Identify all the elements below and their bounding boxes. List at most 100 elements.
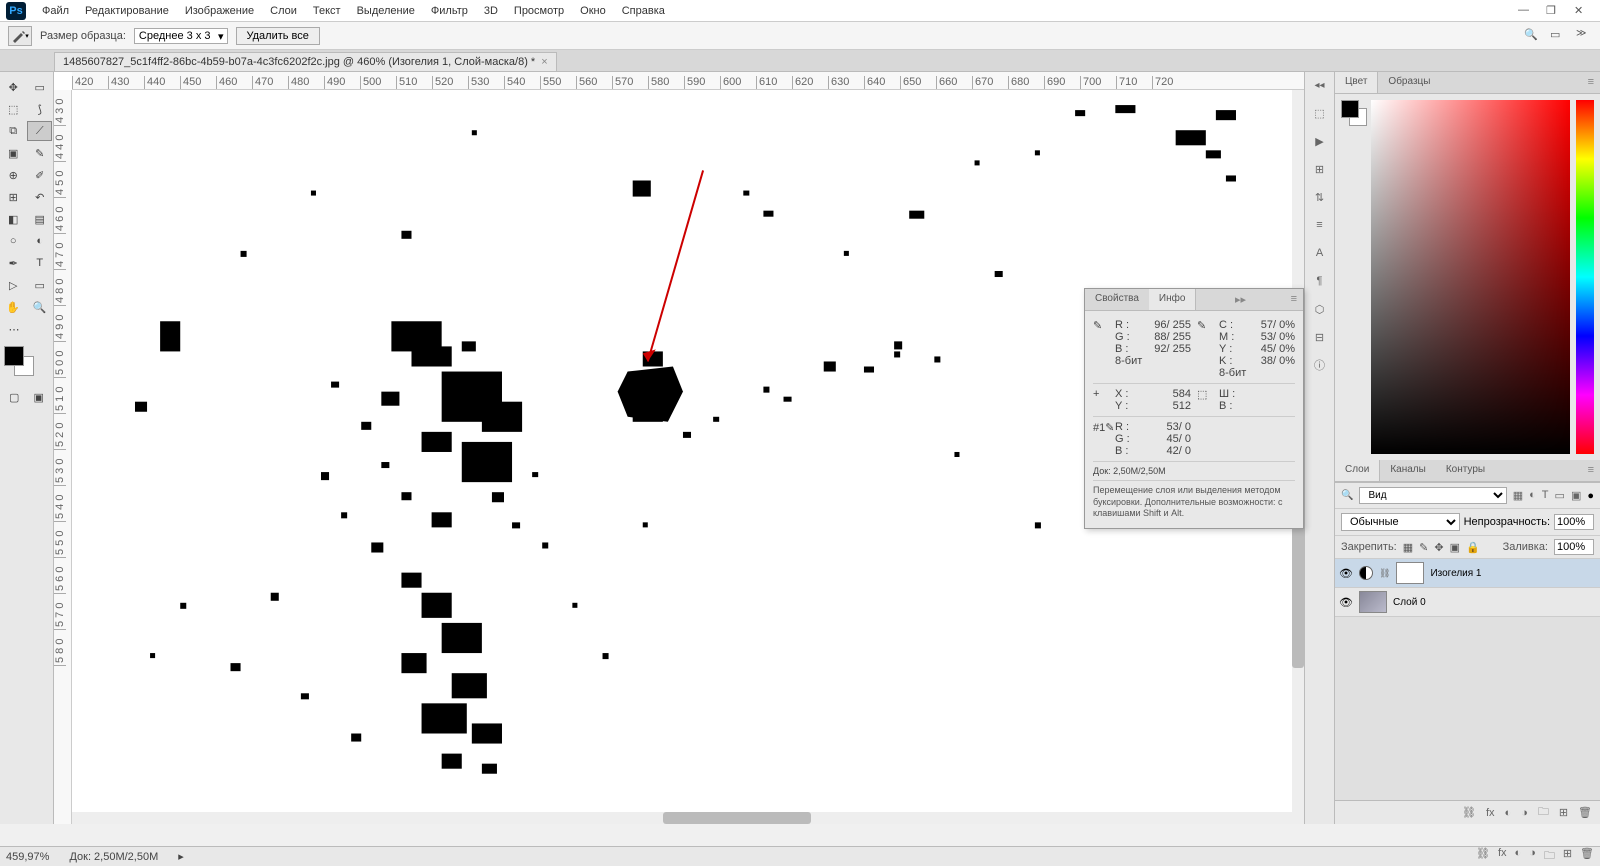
menu-layers[interactable]: Слои <box>262 2 305 20</box>
blend-mode-select[interactable]: Обычные <box>1341 513 1460 531</box>
fill-input[interactable] <box>1554 539 1594 555</box>
window-minimize-icon[interactable]: — <box>1518 4 1532 18</box>
dock-icon-9[interactable]: ⊟ <box>1311 328 1329 346</box>
dock-info-icon[interactable]: ⓘ <box>1311 356 1329 374</box>
window-maximize-icon[interactable]: ❐ <box>1546 4 1560 18</box>
menu-window[interactable]: Окно <box>572 2 614 20</box>
tab-channels[interactable]: Каналы <box>1380 460 1436 481</box>
quickmask-standard[interactable]: ▢ <box>3 387 26 407</box>
lock-all-icon[interactable]: 🔒 <box>1466 541 1480 554</box>
layer-name[interactable]: Слой 0 <box>1393 597 1426 608</box>
sb-icon-6[interactable]: ⊞ <box>1563 847 1572 866</box>
dock-type-icon[interactable]: A <box>1311 244 1329 262</box>
new-group-icon[interactable]: 🗀 <box>1538 803 1549 822</box>
color-panel-menu-icon[interactable]: ≡ <box>1582 72 1600 93</box>
current-tool-indicator[interactable]: ▾ <box>8 26 32 46</box>
link-layers-icon[interactable]: ⛓ <box>1462 806 1476 819</box>
layer-mask-thumbnail[interactable] <box>1396 562 1424 584</box>
pen-tool[interactable]: ✒ <box>1 253 26 273</box>
sb-icon-1[interactable]: ⛓ <box>1476 847 1490 866</box>
new-layer-icon[interactable]: ⊞ <box>1559 806 1568 819</box>
dock-icon-3[interactable]: ⊞ <box>1311 160 1329 178</box>
dock-play-icon[interactable]: ▶ <box>1311 132 1329 150</box>
sb-icon-7[interactable]: 🗑 <box>1580 847 1594 866</box>
menu-help[interactable]: Справка <box>614 2 673 20</box>
delete-all-button[interactable]: Удалить все <box>236 27 320 45</box>
hand-tool[interactable]: ✋ <box>1 297 26 317</box>
shape-tool[interactable]: ▭ <box>28 275 53 295</box>
layer-filter-select[interactable]: Вид <box>1359 487 1506 504</box>
color-swatches[interactable] <box>4 346 49 378</box>
sample-size-select[interactable]: Среднее 3 x 3 ▾ <box>134 28 228 44</box>
menu-edit[interactable]: Редактирование <box>77 2 177 20</box>
new-adjustment-icon[interactable]: ◑ <box>1521 807 1528 819</box>
menu-select[interactable]: Выделение <box>349 2 423 20</box>
dock-expand-icon[interactable]: ◂◂ <box>1311 76 1329 94</box>
dock-icon-5[interactable]: ≡ <box>1311 216 1329 234</box>
dock-icon-4[interactable]: ⇅ <box>1311 188 1329 206</box>
lock-pixels-icon[interactable]: ✎ <box>1419 541 1428 554</box>
sb-icon-2[interactable]: fx <box>1498 847 1507 866</box>
opacity-input[interactable] <box>1554 514 1594 530</box>
lock-position-icon[interactable]: ✥ <box>1434 541 1443 554</box>
document-tab[interactable]: 1485607827_5c1f4ff2-86bc-4b59-b07a-4c3fc… <box>54 52 557 71</box>
layer-fx-icon[interactable]: fx <box>1486 807 1495 819</box>
dock-icon-1[interactable]: ⬚ <box>1311 104 1329 122</box>
menu-3d[interactable]: 3D <box>476 2 506 20</box>
more-tools[interactable]: ⋯ <box>1 319 27 339</box>
tab-swatches[interactable]: Образцы <box>1378 72 1440 93</box>
layer-item[interactable]: 👁 Слой 0 <box>1335 588 1600 617</box>
panel-foreground-swatch[interactable] <box>1341 100 1359 118</box>
menu-text[interactable]: Текст <box>305 2 349 20</box>
tab-info[interactable]: Инфо <box>1149 289 1197 310</box>
healing-tool[interactable]: ⊕ <box>1 165 26 185</box>
crop-tool[interactable]: ⧉ <box>1 121 25 141</box>
layer-thumbnail[interactable] <box>1359 591 1387 613</box>
horizontal-scrollbar[interactable] <box>72 812 1304 824</box>
sb-icon-4[interactable]: ◑ <box>1529 847 1536 866</box>
workspace-switcher-icon[interactable]: ▭ <box>1550 28 1566 44</box>
frame-tool[interactable]: ▣ <box>1 143 26 163</box>
lock-artboard-icon[interactable]: ▣ <box>1450 541 1460 554</box>
lasso-tool[interactable]: ⟆ <box>28 99 53 119</box>
type-tool[interactable]: T <box>28 253 53 273</box>
foreground-swatch[interactable] <box>4 346 24 366</box>
sb-icon-3[interactable]: ◐ <box>1515 847 1522 866</box>
color-field[interactable] <box>1371 100 1570 454</box>
filter-shape-icon[interactable]: ▭ <box>1555 489 1565 502</box>
horizontal-ruler[interactable]: 4204304404504604704804905005105205305405… <box>72 72 1304 90</box>
dodge-tool[interactable]: ◐ <box>28 231 53 251</box>
dock-paragraph-icon[interactable]: ¶ <box>1311 272 1329 290</box>
artboard-tool[interactable]: ▭ <box>28 77 53 97</box>
menu-file[interactable]: Файл <box>34 2 77 20</box>
filter-pixel-icon[interactable]: ▦ <box>1513 489 1523 502</box>
blur-tool[interactable]: ○ <box>1 231 26 251</box>
status-doc-size[interactable]: Док: 2,50M/2,50M <box>69 851 158 863</box>
menu-image[interactable]: Изображение <box>177 2 262 20</box>
tab-paths[interactable]: Контуры <box>1436 460 1495 481</box>
eyedropper-tool[interactable]: ✎ <box>28 143 53 163</box>
hue-slider[interactable] <box>1576 100 1594 454</box>
layers-panel-menu-icon[interactable]: ≡ <box>1582 460 1600 481</box>
expand-panels-icon[interactable]: ≫ <box>1576 28 1592 44</box>
gradient-tool[interactable]: ▤ <box>28 209 53 229</box>
stamp-tool[interactable]: ⊞ <box>1 187 26 207</box>
visibility-toggle-icon[interactable]: 👁 <box>1339 596 1353 609</box>
tab-properties[interactable]: Свойства <box>1085 289 1149 310</box>
search-icon[interactable]: 🔍 <box>1524 28 1540 44</box>
quickmask-mode[interactable]: ▣ <box>28 387 51 407</box>
status-chevron-icon[interactable]: ▸ <box>178 850 184 863</box>
menu-filter[interactable]: Фильтр <box>423 2 476 20</box>
menu-view[interactable]: Просмотр <box>506 2 572 20</box>
filter-type-icon[interactable]: T <box>1542 489 1549 502</box>
filter-toggle[interactable]: ● <box>1587 490 1594 502</box>
layer-item[interactable]: 👁 ⛓ Изогелия 1 <box>1335 559 1600 588</box>
zoom-tool[interactable]: 🔍 <box>28 297 53 317</box>
window-close-icon[interactable]: ✕ <box>1574 4 1588 18</box>
layer-mask-icon[interactable]: ◐ <box>1505 807 1512 819</box>
filter-adjust-icon[interactable]: ◐ <box>1529 489 1536 502</box>
path-select-tool[interactable]: ▷ <box>1 275 26 295</box>
brush-tool[interactable]: ✐ <box>28 165 53 185</box>
visibility-toggle-icon[interactable]: 👁 <box>1339 567 1353 580</box>
layer-name[interactable]: Изогелия 1 <box>1430 568 1481 579</box>
